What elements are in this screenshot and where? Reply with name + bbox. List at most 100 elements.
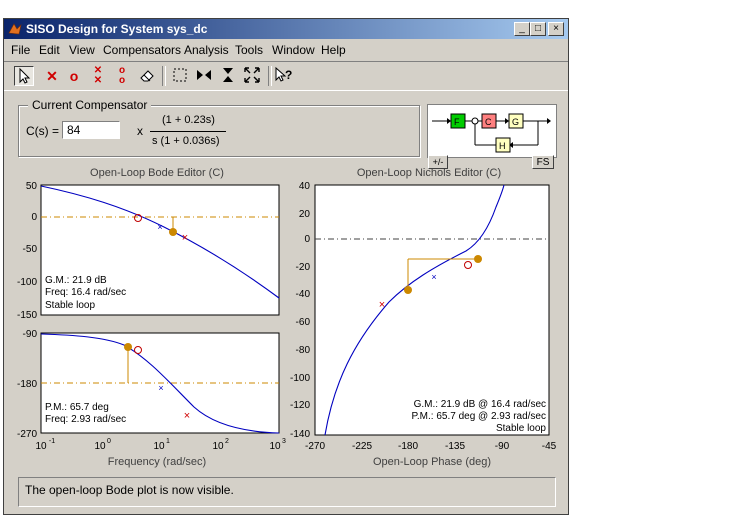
bode-phase-ytick: -180 xyxy=(17,379,37,390)
menu-tools[interactable]: Tools xyxy=(235,43,263,57)
freq-tick-base: 10 xyxy=(94,441,106,452)
menu-compensators[interactable]: Compensators xyxy=(103,43,181,57)
add-pole-tool[interactable]: ✕ xyxy=(42,66,62,86)
eraser-icon xyxy=(140,70,154,82)
bode-phase-ytick: -90 xyxy=(23,329,38,340)
nichols-title: Open-Loop Nichols Editor (C) xyxy=(357,167,501,179)
freq-axis-label: Frequency (rad/sec) xyxy=(108,456,206,468)
phase-tick: -270 xyxy=(305,441,325,452)
freq-tick-base: 10 xyxy=(269,441,281,452)
freq-tick-exp: 2 xyxy=(225,438,229,445)
phase-margin-marker[interactable] xyxy=(124,343,132,351)
phase-tick: -180 xyxy=(398,441,418,452)
nichols-axes[interactable] xyxy=(314,184,550,436)
bode-mag-info: Freq: 16.4 rad/sec xyxy=(45,287,126,298)
phase-tick: -225 xyxy=(352,441,372,452)
phase-axis-label: Open-Loop Phase (deg) xyxy=(373,456,491,468)
nichols-ytick: -100 xyxy=(290,373,310,384)
block-diagram-panel[interactable]: F C G H xyxy=(427,104,557,158)
nichols-pole-marker[interactable]: × xyxy=(431,272,436,282)
maximize-button[interactable]: □ xyxy=(530,22,546,36)
phase-tick: -45 xyxy=(542,441,557,452)
bode-phase-info: P.M.: 65.7 deg xyxy=(45,402,109,413)
nichols-pm-marker[interactable] xyxy=(474,255,482,263)
nichols-ytick: 0 xyxy=(304,234,310,245)
nichols-ytick: -140 xyxy=(290,429,310,440)
add-zero-tool[interactable]: o xyxy=(64,66,84,86)
complex-pole-icon: ✕ ✕ xyxy=(93,65,103,86)
nichols-info: P.M.: 65.7 deg @ 2.93 rad/sec xyxy=(412,411,547,422)
add-complex-pole-tool[interactable]: ✕ ✕ xyxy=(88,66,108,86)
bode-title: Open-Loop Bode Editor (C) xyxy=(90,167,224,179)
zoom-box-tool[interactable] xyxy=(170,66,190,86)
menu-analysis[interactable]: Analysis xyxy=(184,43,229,57)
help-pointer-icon: ? xyxy=(275,66,292,82)
add-complex-zero-tool[interactable]: oo xyxy=(112,66,132,86)
menu-view[interactable]: View xyxy=(69,43,95,57)
nichols-info: G.M.: 21.9 dB @ 16.4 rad/sec xyxy=(414,399,546,410)
bode-mag-info: Stable loop xyxy=(45,300,95,311)
menu-edit[interactable]: Edit xyxy=(39,43,60,57)
pole-marker[interactable]: × xyxy=(182,232,188,244)
toolbar-separator xyxy=(162,66,166,86)
bode-mag-ytick: 50 xyxy=(26,181,38,192)
toolbar-separator xyxy=(268,66,272,86)
menu-help[interactable]: Help xyxy=(321,43,346,57)
gain-input[interactable]: 84 xyxy=(62,121,120,139)
status-bar: The open-loop Bode plot is now visible. xyxy=(18,477,556,507)
minimize-button[interactable]: _ xyxy=(514,22,530,36)
bode-mag-ytick: 0 xyxy=(31,212,37,223)
compensator-denominator: s (1 + 0.036s) xyxy=(152,135,220,147)
nichols-gm-marker[interactable] xyxy=(404,286,412,294)
compensator-numerator: (1 + 0.23s) xyxy=(162,114,215,126)
svg-text:F: F xyxy=(454,117,460,127)
freq-tick-base: 10 xyxy=(35,441,47,452)
zero-o-icon: o xyxy=(69,68,79,84)
menu-window[interactable]: Window xyxy=(272,43,315,57)
pole-marker[interactable]: × xyxy=(158,383,163,393)
complex-zero-icon: oo xyxy=(118,65,126,86)
freq-tick-exp: 0 xyxy=(107,438,111,445)
matlab-icon xyxy=(8,23,22,35)
bode-mag-ytick: -50 xyxy=(23,244,38,255)
nichols-info: Stable loop xyxy=(496,423,546,434)
nichols-ytick: 40 xyxy=(299,181,311,192)
pole-marker[interactable]: × xyxy=(157,222,162,232)
nichols-ytick: -60 xyxy=(296,317,311,328)
freq-tick-exp: -1 xyxy=(49,438,55,445)
phase-tick: -135 xyxy=(445,441,465,452)
freq-tick-exp: 1 xyxy=(166,438,170,445)
nichols-ytick: 20 xyxy=(299,209,311,220)
svg-text:G: G xyxy=(512,117,519,127)
freq-tick-exp: 3 xyxy=(282,438,286,445)
compensator-legend: Current Compensator xyxy=(28,98,152,112)
nichols-ytick: -80 xyxy=(296,345,311,356)
zoom-x-tool[interactable] xyxy=(194,66,214,86)
toolbar: ✕ o ✕ ✕ oo ? xyxy=(4,61,568,91)
whats-this-tool[interactable]: ? xyxy=(274,66,294,86)
window-title: SISO Design for System sys_dc xyxy=(26,22,208,36)
zoom-fit-tool[interactable] xyxy=(242,66,262,86)
freq-tick-base: 10 xyxy=(153,441,165,452)
close-button[interactable]: × xyxy=(548,22,564,36)
menu-file[interactable]: File xyxy=(11,43,30,57)
select-arrow-tool[interactable] xyxy=(14,66,34,86)
bode-phase-ytick: -270 xyxy=(17,429,37,440)
nichols-ytick: -20 xyxy=(296,262,311,273)
compensator-label: C(s) = xyxy=(26,124,59,138)
erase-tool[interactable] xyxy=(137,66,157,86)
pole-marker[interactable]: × xyxy=(184,410,190,422)
nichols-pole-marker[interactable]: × xyxy=(379,299,385,311)
gain-margin-marker[interactable] xyxy=(169,228,177,236)
svg-text:H: H xyxy=(499,141,506,151)
title-bar: SISO Design for System sys_dc _ □ × xyxy=(4,19,568,39)
bode-mag-info: G.M.: 21.9 dB xyxy=(45,275,107,286)
nichols-ytick: -120 xyxy=(290,400,310,411)
menu-bar: File Edit View Compensators Analysis Too… xyxy=(4,40,568,58)
feedback-diagram: F C G H xyxy=(432,113,551,153)
phase-tick: -90 xyxy=(495,441,510,452)
siso-window: SISO Design for System sys_dc _ □ × File… xyxy=(3,18,569,515)
zoom-y-tool[interactable] xyxy=(218,66,238,86)
summing-junction xyxy=(471,117,479,125)
freq-tick-base: 10 xyxy=(212,441,224,452)
